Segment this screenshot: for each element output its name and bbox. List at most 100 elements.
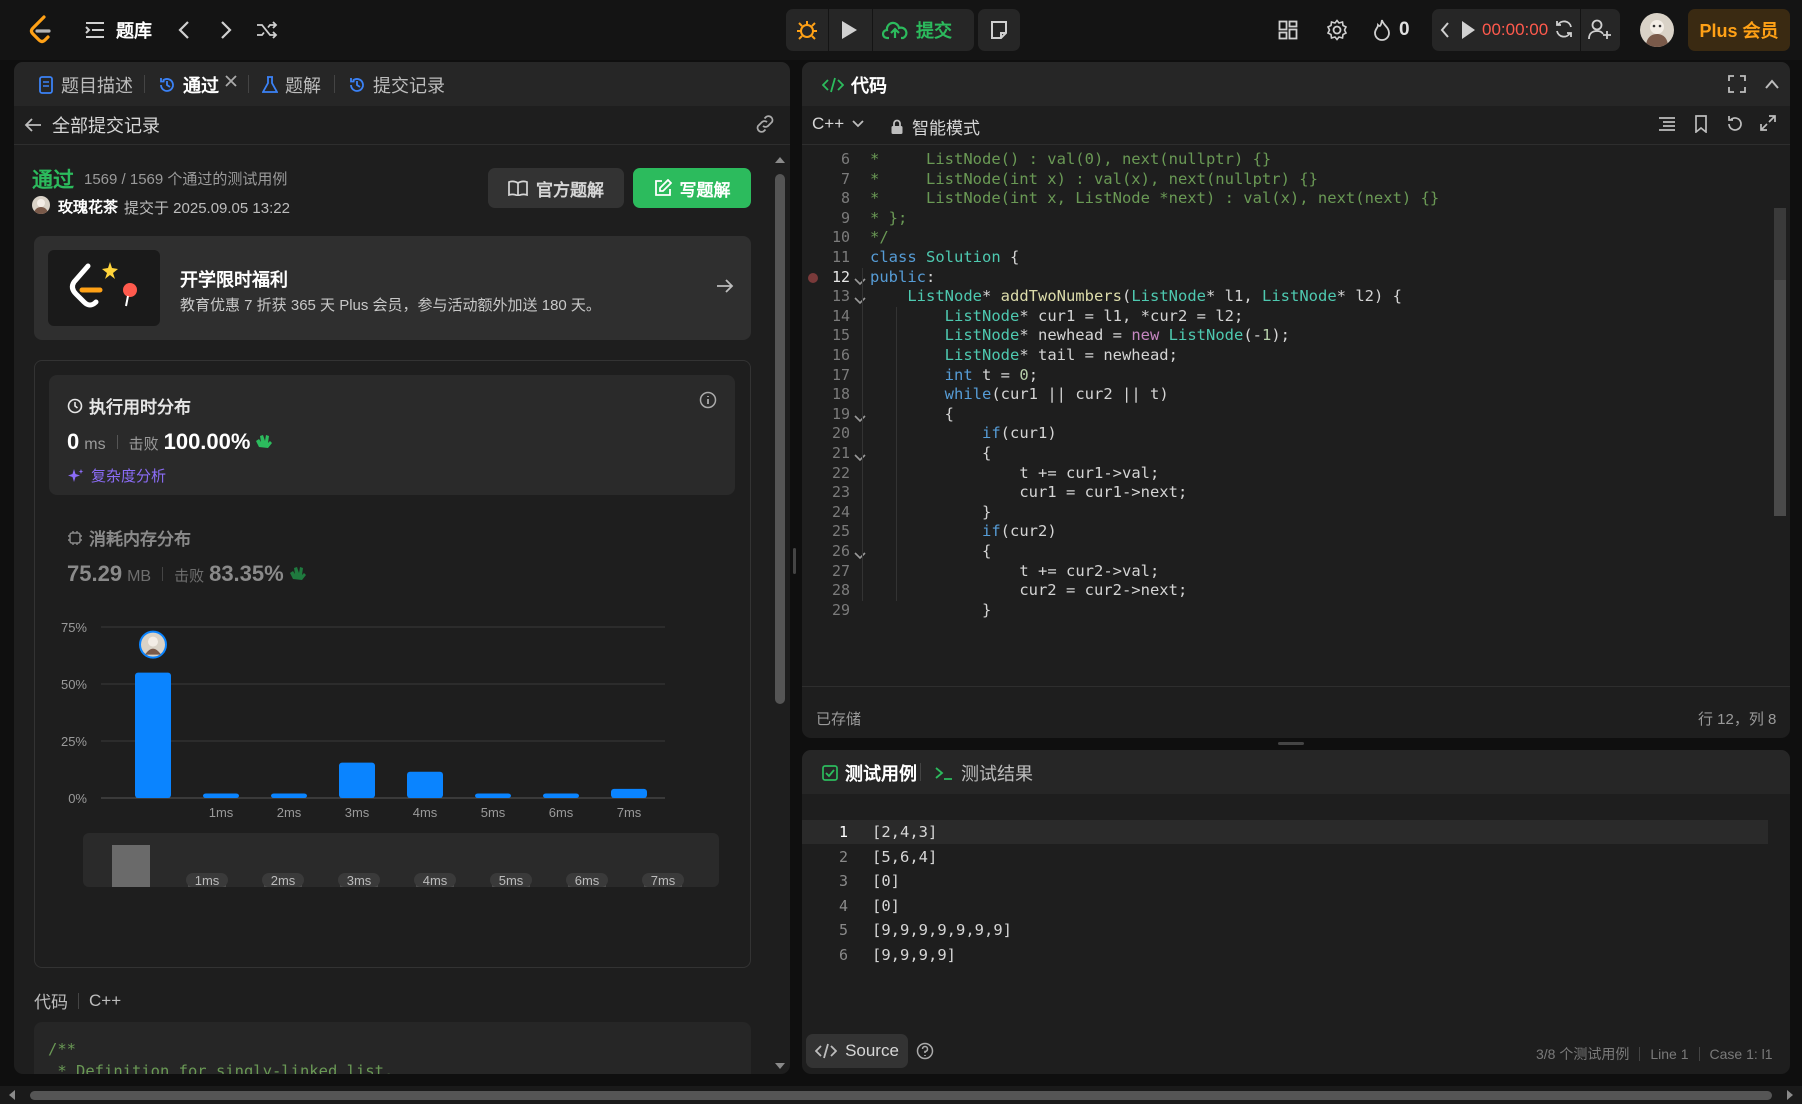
- submitter-avatar: [32, 196, 50, 214]
- tab-testcases[interactable]: 测试用例: [812, 760, 927, 786]
- user-marker-avatar: [139, 630, 167, 659]
- code-section-label: 代码: [34, 993, 68, 1012]
- promo-card[interactable]: 开学限时福利 教育优惠 7 折获 365 天 Plus 会员，参与活动额外加送 …: [34, 236, 751, 340]
- fullscreen-icon[interactable]: [1728, 75, 1746, 98]
- note-icon: [991, 21, 1007, 39]
- memory-heading[interactable]: 消耗内存分布: [67, 525, 191, 550]
- copy-link-icon[interactable]: [754, 114, 776, 139]
- code-line: while(cur1 || cur2 || t): [944, 385, 1169, 404]
- next-problem-icon[interactable]: [214, 16, 238, 44]
- timer-collapse-icon[interactable]: [1440, 21, 1450, 44]
- fold-chevron-icon[interactable]: [854, 410, 866, 428]
- submitter-name[interactable]: 玫瑰花茶: [58, 196, 118, 217]
- add-friend-icon[interactable]: [1588, 19, 1612, 46]
- fold-chevron-icon[interactable]: [854, 547, 866, 565]
- chart-bar[interactable]: [407, 771, 443, 798]
- tab-solutions[interactable]: 题解: [252, 72, 331, 98]
- indent-guide: [896, 306, 897, 601]
- tab-accepted[interactable]: 通过: [148, 72, 229, 98]
- reset-code-icon[interactable]: [1726, 115, 1744, 138]
- runtime-card[interactable]: 执行用时分布 0 ms 击败 100.00% 复杂度分析: [49, 375, 735, 495]
- active-line-highlight: [802, 820, 1768, 844]
- tab-code[interactable]: 代码: [812, 72, 897, 98]
- official-solution-button[interactable]: 官方题解: [488, 168, 624, 208]
- back-to-submissions[interactable]: 全部提交记录: [24, 112, 160, 138]
- x-tick-label: 4ms: [413, 805, 438, 820]
- shuffle-icon[interactable]: [254, 16, 280, 44]
- timer-reset-icon[interactable]: [1554, 19, 1574, 44]
- tab-test-results[interactable]: 测试结果: [924, 760, 1043, 786]
- chart-bar[interactable]: [135, 672, 171, 798]
- notes-button[interactable]: [978, 9, 1020, 51]
- runtime-heading: 执行用时分布: [67, 393, 191, 418]
- submission-panel: 题目描述 通过 题解 提交记录 全部提交记录 通过 1569 / 1569 个通…: [14, 62, 790, 1074]
- submit-label: 提交: [916, 21, 952, 41]
- case-info: Case 1: l1: [1709, 1046, 1773, 1062]
- fold-chevron-icon[interactable]: [854, 273, 866, 291]
- chart-bar[interactable]: [611, 788, 647, 798]
- tab-test-results-label: 测试结果: [961, 764, 1033, 784]
- code-preview: /** * Definition for singly-linked list.: [34, 1022, 751, 1074]
- left-scrollbar[interactable]: [774, 154, 786, 1072]
- prev-problem-icon[interactable]: [172, 16, 196, 44]
- saved-status: 已存储: [816, 711, 862, 728]
- settings-gear-icon[interactable]: [1324, 17, 1350, 43]
- breakpoint-icon[interactable]: [808, 272, 818, 283]
- debug-icon[interactable]: [796, 19, 818, 46]
- arrow-right-icon[interactable]: [716, 278, 734, 299]
- chart-minimap[interactable]: 1ms 2ms 3ms 4ms 5ms 6ms 7ms: [83, 833, 719, 888]
- write-solution-button[interactable]: 写题解: [633, 168, 751, 208]
- code-area[interactable]: 6 * ListNode() : val(0), next(nullptr) {}…: [802, 146, 1790, 686]
- indent-guide: [862, 267, 863, 601]
- leetcode-logo-icon[interactable]: [24, 14, 58, 46]
- collapse-icon[interactable]: [1764, 77, 1780, 95]
- tab-description[interactable]: 题目描述: [28, 72, 143, 98]
- language-select[interactable]: C++: [812, 114, 864, 134]
- bookmark-icon[interactable]: [1694, 115, 1708, 138]
- code-line: ListNode* newhead = new ListNode(-1);: [944, 326, 1290, 345]
- close-tab-icon[interactable]: [224, 74, 238, 93]
- problem-list-label[interactable]: 题库: [116, 16, 152, 44]
- panel-resize-handle[interactable]: [1278, 742, 1304, 745]
- testcase-line-number: 2: [838, 847, 848, 866]
- tab-testcases-label: 测试用例: [845, 764, 917, 784]
- streak-flame-icon[interactable]: [1372, 17, 1392, 43]
- source-label: Source: [845, 1041, 899, 1060]
- chart-bar[interactable]: [339, 762, 375, 798]
- smart-mode-toggle[interactable]: 智能模式: [890, 114, 980, 139]
- vertical-resize-handle[interactable]: [793, 548, 796, 574]
- chart-bar[interactable]: [271, 793, 307, 798]
- submit-button[interactable]: 提交: [882, 9, 952, 51]
- complexity-analysis-link[interactable]: 复杂度分析: [67, 465, 166, 486]
- fold-chevron-icon[interactable]: [854, 449, 866, 467]
- plus-membership-button[interactable]: Plus 会员: [1688, 9, 1790, 51]
- testcase-line-number: 3: [838, 872, 848, 890]
- expand-editor-icon[interactable]: [1760, 115, 1776, 136]
- layout-icon[interactable]: [1276, 18, 1300, 42]
- chart-bar[interactable]: [203, 793, 239, 798]
- line-number: 29: [831, 600, 850, 619]
- chart-bar[interactable]: [543, 793, 579, 798]
- run-icon[interactable]: [840, 20, 858, 45]
- code-line: ListNode* cur1 = l1, *cur2 = l2;: [944, 306, 1244, 325]
- source-button[interactable]: Source: [806, 1034, 908, 1068]
- tab-submissions[interactable]: 提交记录: [338, 72, 455, 98]
- problem-list-icon[interactable]: [84, 18, 106, 42]
- minimap-label: 4ms: [423, 873, 448, 888]
- history-icon: [160, 78, 174, 92]
- format-icon[interactable]: [1658, 116, 1676, 137]
- user-avatar[interactable]: [1640, 13, 1674, 47]
- document-icon: [39, 76, 53, 94]
- timer-play-icon[interactable]: [1460, 20, 1476, 45]
- code-preview-line: * Definition for singly-linked list.: [48, 1062, 394, 1074]
- code-preview-line: /**: [48, 1040, 76, 1058]
- info-icon[interactable]: [699, 391, 717, 414]
- tab-description-label: 题目描述: [61, 76, 133, 96]
- help-icon[interactable]: [916, 1042, 934, 1065]
- chart-bar[interactable]: [475, 793, 511, 798]
- line-number: 20: [831, 424, 850, 443]
- horizontal-scrollbar[interactable]: [0, 1086, 1802, 1104]
- official-solution-label: 官方题解: [536, 180, 604, 200]
- editor-scrollbar[interactable]: [1772, 146, 1786, 686]
- fold-chevron-icon[interactable]: [854, 292, 866, 310]
